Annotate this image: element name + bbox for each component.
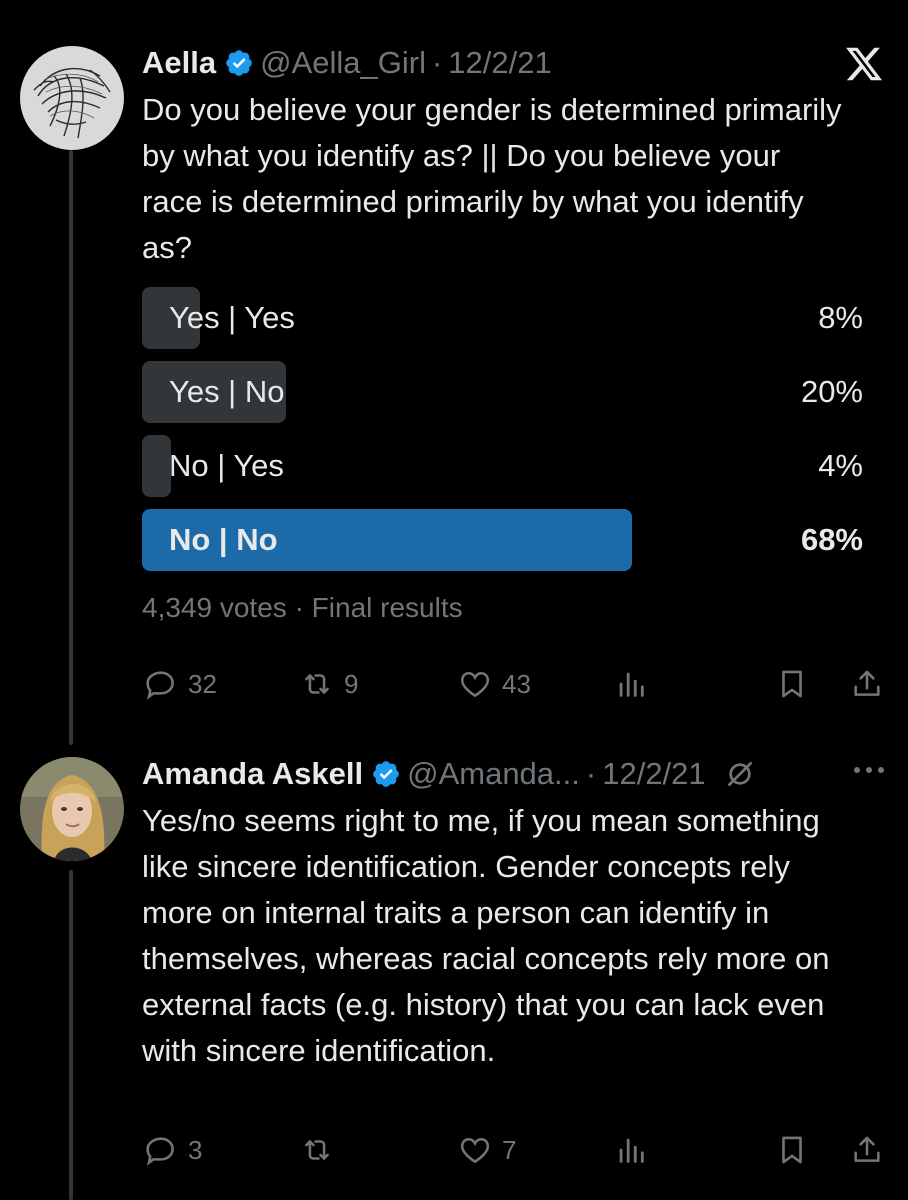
tweet-text: Yes/no seems right to me, if you mean so… <box>142 803 830 1068</box>
share-icon <box>854 670 880 696</box>
poll-option-percent: 4% <box>818 448 863 483</box>
views-icon <box>619 672 644 697</box>
poll-option-percent: 8% <box>818 300 863 335</box>
like-count: 7 <box>502 1134 517 1165</box>
verified-badge-icon <box>373 761 399 787</box>
thread-line-top <box>69 150 73 745</box>
avatar-amanda[interactable] <box>20 757 124 861</box>
display-name[interactable]: Aella <box>142 45 216 81</box>
reply-count: 3 <box>188 1134 203 1165</box>
avatar-aella[interactable] <box>20 46 124 150</box>
tweet-date[interactable]: 12/2/21 <box>448 45 551 81</box>
bookmark-button[interactable] <box>775 1130 809 1170</box>
views-button[interactable] <box>614 664 648 704</box>
thread-line-bottom <box>69 870 73 1200</box>
reply-icon <box>146 1137 174 1166</box>
tweet-aella: Aella @Aella_Girl · 12/2/21 Do you belie… <box>142 41 878 271</box>
tweet-header: Amanda Askell @Amanda... · 12/2/21 <box>142 752 878 796</box>
poll-votes: 4,349 votes <box>142 592 287 623</box>
poll-option: Yes | Yes 8% <box>142 287 863 349</box>
tweet-header: Aella @Aella_Girl · 12/2/21 <box>142 41 878 85</box>
separator-dot: · <box>431 45 443 80</box>
views-icon <box>619 1138 644 1163</box>
share-button[interactable] <box>850 1130 884 1170</box>
poll-option-label: No | No <box>169 522 278 557</box>
poll-option-percent: 68% <box>800 522 863 557</box>
repost-icon <box>305 1140 329 1160</box>
action-bar: 3 7 <box>142 1130 887 1170</box>
poll-option-percent: 20% <box>800 374 863 409</box>
poll-option-label: Yes | Yes <box>169 300 295 335</box>
repost-count: 9 <box>344 668 359 699</box>
tweet-text: Do you believe your gender is determined… <box>142 92 842 265</box>
repost-button[interactable]: 9 <box>300 664 358 704</box>
display-name[interactable]: Amanda Askell <box>142 756 363 792</box>
poll-option: Yes | No 20% <box>142 361 863 423</box>
x-logo-icon[interactable] <box>844 44 884 84</box>
like-icon <box>460 671 490 698</box>
verified-badge-icon <box>226 50 252 76</box>
share-button[interactable] <box>850 664 884 704</box>
handle[interactable]: @Amanda... <box>407 756 580 792</box>
views-button[interactable] <box>614 1130 648 1170</box>
bookmark-icon <box>782 1136 802 1164</box>
like-icon <box>460 1137 490 1164</box>
more-icon[interactable] <box>852 760 886 780</box>
reply-button[interactable]: 3 <box>144 1130 202 1170</box>
repost-icon <box>305 674 329 694</box>
separator-dot: · <box>585 756 597 791</box>
tweet-amanda: Amanda Askell @Amanda... · 12/2/21 Yes/n… <box>142 752 878 1074</box>
like-button[interactable]: 7 <box>458 1130 516 1170</box>
poll-meta: 4,349 votes · Final results <box>142 592 463 624</box>
poll-bar <box>142 435 171 497</box>
handle[interactable]: @Aella_Girl <box>260 45 426 81</box>
like-count: 43 <box>502 668 531 699</box>
poll-option-label: No | Yes <box>169 448 284 483</box>
bookmark-button[interactable] <box>775 664 809 704</box>
reply-button[interactable]: 32 <box>144 664 217 704</box>
poll: Yes | Yes 8% Yes | No 20% No | Yes 4% No… <box>142 287 863 583</box>
like-button[interactable]: 43 <box>458 664 531 704</box>
poll-option-winner: No | No 68% <box>142 509 863 571</box>
bookmark-icon <box>782 670 802 698</box>
grok-slash-icon[interactable] <box>724 758 756 790</box>
separator-dot: · <box>294 592 304 623</box>
reply-icon <box>146 671 174 700</box>
tweet-date[interactable]: 12/2/21 <box>602 756 705 792</box>
repost-button[interactable] <box>300 1130 334 1170</box>
share-icon <box>854 1136 880 1162</box>
reply-count: 32 <box>188 668 217 699</box>
action-bar: 32 9 43 <box>142 664 887 704</box>
poll-option: No | Yes 4% <box>142 435 863 497</box>
poll-option-label: Yes | No <box>169 374 285 409</box>
poll-status: Final results <box>311 592 463 623</box>
